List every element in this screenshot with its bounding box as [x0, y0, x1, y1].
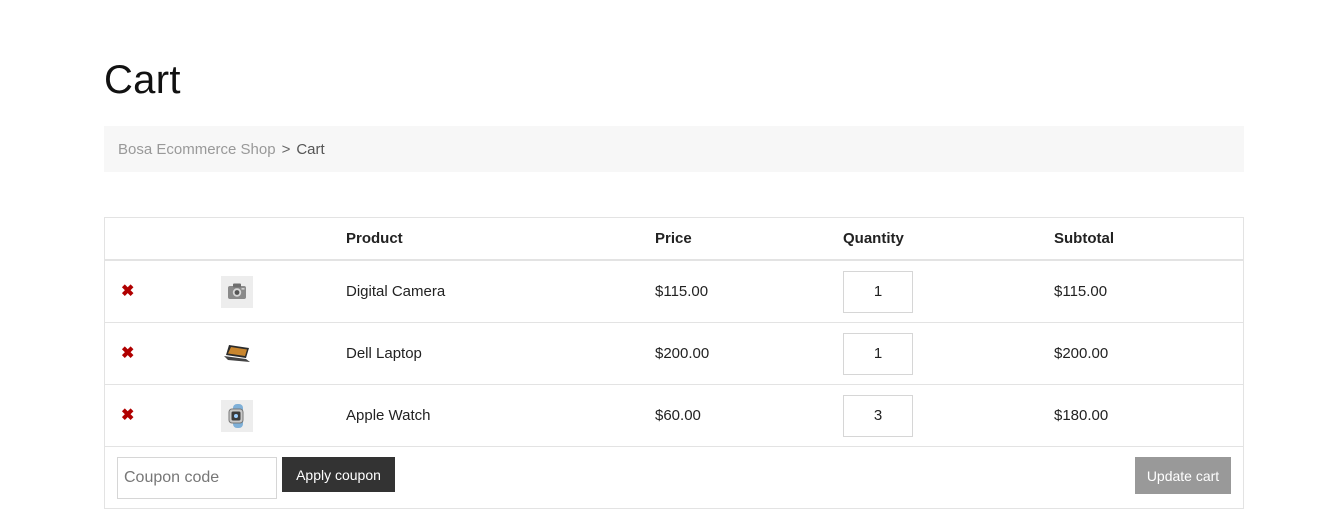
- quantity-input[interactable]: [843, 270, 913, 313]
- breadcrumb-current: Cart: [296, 140, 325, 158]
- item-subtotal: $180.00: [1054, 407, 1109, 424]
- cart-item-row: ✖ Apple Watch $60.00 $180.00: [105, 385, 1243, 447]
- camera-icon[interactable]: [221, 275, 253, 308]
- quantity-input[interactable]: [843, 332, 913, 375]
- header-subtotal: Subtotal: [1054, 230, 1114, 247]
- header-price: Price: [655, 230, 692, 247]
- page-title: Cart: [104, 58, 181, 102]
- item-price: $60.00: [655, 407, 701, 424]
- breadcrumb-home-link[interactable]: Bosa Ecommerce Shop: [118, 141, 276, 158]
- cart-item-row: ✖ Dell Laptop $200.00 $200.00: [105, 323, 1243, 385]
- breadcrumb: Bosa Ecommerce Shop > Cart: [104, 126, 1244, 172]
- remove-item-icon[interactable]: ✖: [121, 345, 134, 362]
- header-product: Product: [346, 230, 403, 247]
- breadcrumb-separator: >: [281, 140, 291, 158]
- cart-actions-row: Apply coupon Update cart: [105, 447, 1243, 508]
- remove-item-icon[interactable]: ✖: [121, 283, 134, 300]
- item-price: $200.00: [655, 345, 710, 362]
- item-subtotal: $200.00: [1054, 345, 1109, 362]
- quantity-input[interactable]: [843, 394, 913, 437]
- watch-icon[interactable]: [221, 399, 253, 432]
- cart-table-header: Product Price Quantity Subtotal: [105, 218, 1243, 261]
- item-price: $115.00: [655, 283, 709, 300]
- cart-item-row: ✖ Digital Camera $115.00 $115.00: [105, 261, 1243, 323]
- cart-table: Product Price Quantity Subtotal ✖ Digita…: [104, 217, 1244, 509]
- coupon-code-input[interactable]: [117, 457, 277, 499]
- laptop-icon[interactable]: [221, 337, 253, 370]
- product-name-link[interactable]: Dell Laptop: [346, 323, 422, 384]
- product-name-link[interactable]: Digital Camera: [346, 261, 445, 322]
- apply-coupon-button[interactable]: Apply coupon: [282, 457, 395, 492]
- header-quantity: Quantity: [843, 230, 904, 247]
- item-subtotal: $115.00: [1054, 283, 1108, 300]
- remove-item-icon[interactable]: ✖: [121, 407, 134, 424]
- update-cart-button[interactable]: Update cart: [1135, 457, 1231, 494]
- product-name-link[interactable]: Apple Watch: [346, 385, 431, 446]
